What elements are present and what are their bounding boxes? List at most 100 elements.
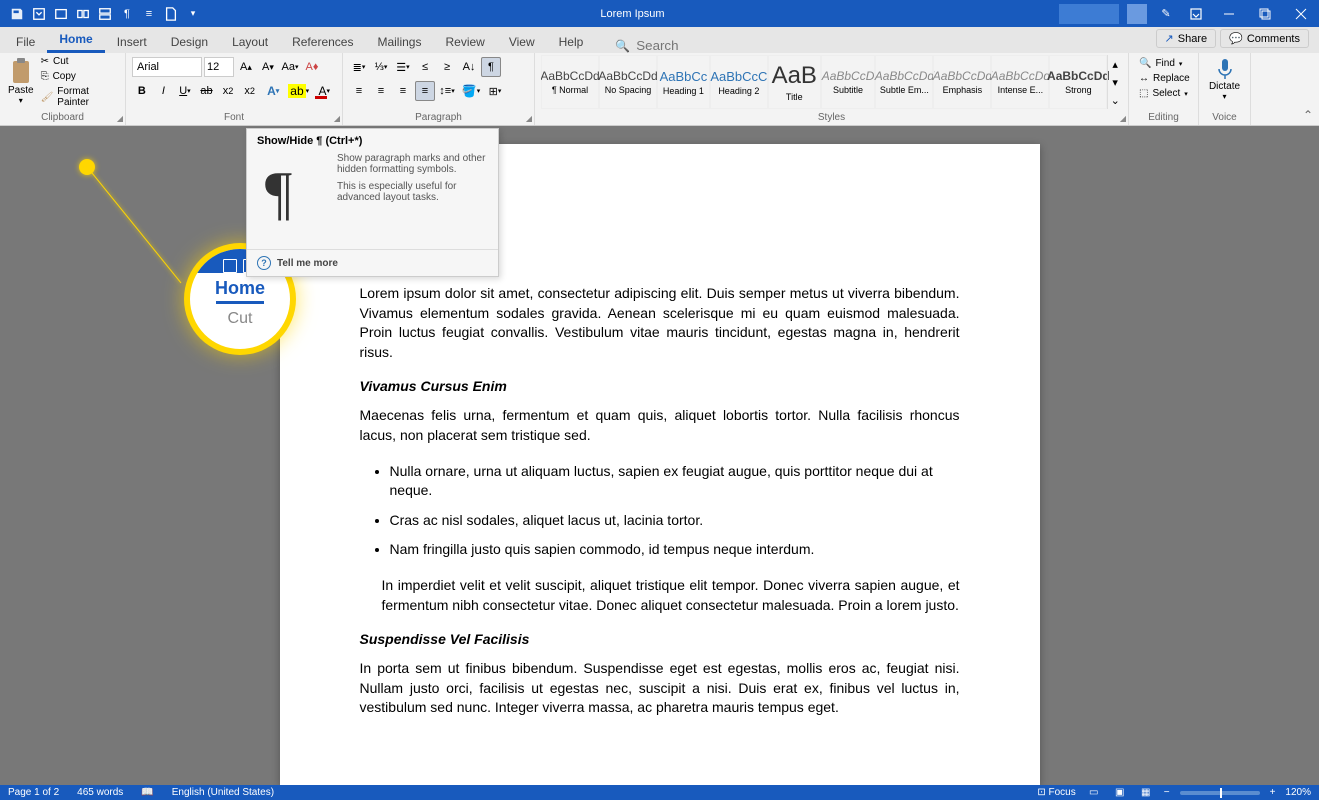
ribbon-display-icon[interactable] [1187, 5, 1205, 23]
change-case-button[interactable]: Aa▾ [280, 57, 300, 77]
font-launcher[interactable]: ◢ [334, 114, 340, 123]
pen-icon[interactable]: ✎ [1157, 5, 1175, 23]
tab-mailings[interactable]: Mailings [365, 31, 433, 53]
paste-button[interactable]: Paste ▾ [6, 55, 36, 107]
save-icon[interactable] [8, 5, 26, 23]
style-strong[interactable]: AaBbCcDdStrong [1049, 55, 1107, 109]
paragraph-launcher[interactable]: ◢ [526, 114, 532, 123]
pilcrow-icon[interactable]: ¶ [118, 5, 136, 23]
style-emphasis[interactable]: AaBbCcDdEmphasis [933, 55, 991, 109]
user-account[interactable] [1059, 4, 1119, 24]
collapse-ribbon-button[interactable]: ⌃ [1303, 108, 1313, 122]
tab-references[interactable]: References [280, 31, 365, 53]
style-nospacing[interactable]: AaBbCcDdNo Spacing [599, 55, 657, 109]
styles-launcher[interactable]: ◢ [1120, 114, 1126, 123]
shrink-font-button[interactable]: A▾ [258, 57, 278, 77]
qat-icon[interactable] [52, 5, 70, 23]
qat-customize-icon[interactable]: ▾ [184, 5, 202, 23]
style-heading1[interactable]: AaBbCcHeading 1 [657, 55, 710, 109]
decrease-indent-button[interactable]: ≤ [415, 57, 435, 77]
multilevel-button[interactable]: ☰▾ [393, 57, 413, 77]
new-doc-icon[interactable] [162, 5, 180, 23]
read-mode-button[interactable]: ▭ [1086, 786, 1102, 800]
style-normal[interactable]: AaBbCcDd¶ Normal [541, 55, 599, 109]
superscript-button[interactable]: x2 [240, 81, 260, 101]
numbering-button[interactable]: ⅓▾ [371, 57, 391, 77]
tab-design[interactable]: Design [159, 31, 220, 53]
user-avatar[interactable] [1127, 4, 1147, 24]
tab-layout[interactable]: Layout [220, 31, 280, 53]
sort-button[interactable]: A↓ [459, 57, 479, 77]
tab-review[interactable]: Review [433, 31, 496, 53]
tab-help[interactable]: Help [547, 31, 596, 53]
italic-button[interactable]: I [154, 81, 174, 101]
text-effects-button[interactable]: A▾ [261, 81, 285, 101]
strikethrough-icon[interactable]: ≡ [140, 5, 158, 23]
line-spacing-button[interactable]: ↕≡▾ [437, 81, 457, 101]
select-button[interactable]: ⬚Select▾ [1135, 87, 1192, 100]
tab-file[interactable]: File [4, 31, 47, 53]
share-button[interactable]: ↗Share [1156, 29, 1217, 48]
clear-format-button[interactable]: A♦ [302, 57, 322, 77]
page-status[interactable]: Page 1 of 2 [8, 787, 59, 798]
replace-button[interactable]: ↔Replace [1135, 72, 1192, 85]
qat-icon[interactable] [74, 5, 92, 23]
style-heading2[interactable]: AaBbCcCHeading 2 [710, 55, 768, 109]
spellcheck-icon[interactable]: 📖 [141, 787, 153, 798]
increase-indent-button[interactable]: ≥ [437, 57, 457, 77]
clipboard-launcher[interactable]: ◢ [117, 114, 123, 123]
minimize-button[interactable] [1211, 0, 1247, 27]
grow-font-button[interactable]: A▴ [236, 57, 256, 77]
autosave-icon[interactable] [30, 5, 48, 23]
borders-button[interactable]: ⊞▾ [485, 81, 505, 101]
tell-me-more-link[interactable]: Tell me more [277, 258, 338, 269]
align-right-button[interactable]: ≡ [393, 81, 413, 101]
zoom-in-button[interactable]: + [1270, 787, 1276, 798]
word-count[interactable]: 465 words [77, 787, 123, 798]
document-title: Lorem Ipsum [210, 8, 1055, 20]
print-layout-button[interactable]: ▣ [1112, 786, 1128, 800]
strikethrough-button[interactable]: ab [197, 81, 217, 101]
help-icon[interactable]: ? [257, 256, 271, 270]
close-button[interactable] [1283, 0, 1319, 27]
style-intense-e[interactable]: AaBbCcDdIntense E... [991, 55, 1049, 109]
styles-up-button[interactable]: ▴ [1108, 55, 1122, 73]
subscript-button[interactable]: x2 [218, 81, 238, 101]
bold-button[interactable]: B [132, 81, 152, 101]
find-button[interactable]: 🔍Find▾ [1135, 57, 1192, 70]
maximize-button[interactable] [1247, 0, 1283, 27]
web-layout-button[interactable]: ▦ [1138, 786, 1154, 800]
tab-view[interactable]: View [497, 31, 547, 53]
styles-more-button[interactable]: ⌄ [1108, 91, 1122, 109]
cut-button[interactable]: ✂Cut [40, 55, 119, 68]
font-size-input[interactable] [204, 57, 234, 77]
bullets-button[interactable]: ≣▾ [349, 57, 369, 77]
styles-down-button[interactable]: ▾ [1108, 73, 1122, 91]
dictate-button[interactable]: Dictate ▾ [1205, 55, 1244, 103]
zoom-slider[interactable] [1180, 791, 1260, 795]
underline-button[interactable]: U▾ [175, 81, 195, 101]
style-subtle-em[interactable]: AaBbCcDdSubtle Em... [875, 55, 933, 109]
show-hide-button[interactable]: ¶ [481, 57, 501, 77]
style-subtitle[interactable]: AaBbCcDSubtitle [821, 55, 876, 109]
zoom-out-button[interactable]: − [1164, 787, 1170, 798]
style-title[interactable]: AaBTitle [768, 55, 821, 109]
shading-button[interactable]: 🪣▾ [459, 81, 483, 101]
focus-mode-button[interactable]: ⊡ Focus [1037, 787, 1075, 798]
font-color-button[interactable]: A▾ [312, 81, 336, 101]
language-status[interactable]: English (United States) [172, 787, 274, 798]
tab-insert[interactable]: Insert [105, 31, 159, 53]
align-left-button[interactable]: ≡ [349, 81, 369, 101]
qat-icon[interactable] [96, 5, 114, 23]
justify-button[interactable]: ≡ [415, 81, 435, 101]
tab-home[interactable]: Home [47, 28, 104, 53]
copy-button[interactable]: ⎘Copy [40, 70, 119, 83]
format-painter-button[interactable]: 🖌Format Painter [40, 85, 119, 109]
zoom-level[interactable]: 120% [1285, 787, 1311, 798]
highlight-button[interactable]: ab▾ [287, 81, 311, 101]
search-input[interactable] [636, 38, 756, 53]
align-center-button[interactable]: ≡ [371, 81, 391, 101]
font-name-input[interactable] [132, 57, 202, 77]
styles-gallery[interactable]: AaBbCcDd¶ Normal AaBbCcDdNo Spacing AaBb… [541, 55, 1122, 109]
comments-button[interactable]: 💬Comments [1220, 29, 1309, 48]
